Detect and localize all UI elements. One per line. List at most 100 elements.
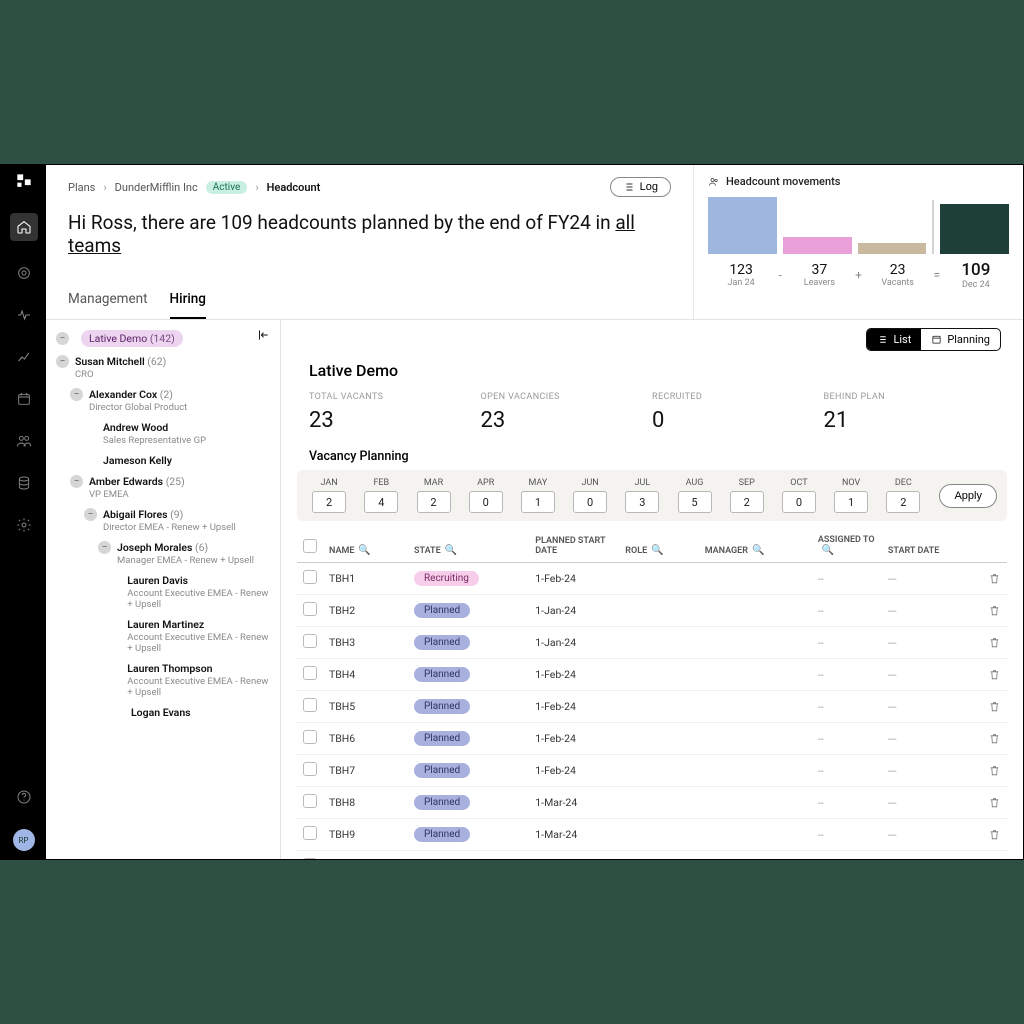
nav-chart-icon[interactable] [14, 347, 34, 367]
view-planning-button[interactable]: Planning [921, 329, 1000, 350]
search-icon[interactable]: 🔍 [445, 545, 457, 556]
trash-icon[interactable] [988, 796, 1001, 809]
tree-toggle[interactable]: − [56, 355, 69, 368]
tree-node[interactable]: Andrew WoodSales Representative GP [56, 421, 270, 446]
tree-toggle[interactable]: − [70, 388, 83, 401]
log-button[interactable]: Log [610, 177, 671, 197]
tree-node[interactable]: −Abigail Flores (9)Director EMEA - Renew… [56, 508, 270, 533]
month-input[interactable]: 2 [312, 491, 346, 513]
month-input[interactable]: 5 [678, 491, 712, 513]
table-row[interactable]: TBH8Planned1-Mar-24----- [297, 787, 1007, 819]
row-checkbox[interactable] [303, 794, 317, 808]
tree-toggle[interactable]: − [98, 541, 111, 554]
nav-calendar-icon[interactable] [14, 389, 34, 409]
row-checkbox[interactable] [303, 730, 317, 744]
row-checkbox[interactable] [303, 762, 317, 776]
month-input[interactable]: 2 [417, 491, 451, 513]
trash-icon[interactable] [988, 572, 1001, 585]
search-icon[interactable]: 🔍 [358, 545, 370, 556]
nav-people-icon[interactable] [14, 431, 34, 451]
row-checkbox[interactable] [303, 698, 317, 712]
col-name[interactable]: NAME🔍 [323, 527, 408, 563]
month-cell[interactable]: OCT0 [777, 478, 821, 513]
col-planned[interactable]: PLANNED START DATE [529, 527, 619, 563]
collapse-panel-icon[interactable] [256, 328, 270, 342]
nav-home-icon[interactable] [10, 213, 38, 241]
trash-icon[interactable] [988, 604, 1001, 617]
tree-node[interactable]: −Susan Mitchell (62)CRO [56, 355, 270, 380]
row-checkbox[interactable] [303, 570, 317, 584]
trash-icon[interactable] [988, 828, 1001, 841]
trash-icon[interactable] [988, 636, 1001, 649]
table-row[interactable]: TBH2Planned1-Jan-24----- [297, 595, 1007, 627]
month-input[interactable]: 2 [730, 491, 764, 513]
month-cell[interactable]: DEC2 [881, 478, 925, 513]
month-cell[interactable]: MAY1 [516, 478, 560, 513]
search-icon[interactable]: 🔍 [651, 545, 663, 556]
user-avatar[interactable]: RP [13, 829, 35, 851]
tree-node[interactable]: Logan Evans [56, 706, 270, 719]
month-cell[interactable]: JUL3 [620, 478, 664, 513]
row-checkbox[interactable] [303, 858, 317, 859]
row-checkbox[interactable] [303, 634, 317, 648]
table-row[interactable]: TBH5Planned1-Feb-24----- [297, 691, 1007, 723]
table-row[interactable]: TBH10Planned1-May-24----- [297, 851, 1007, 860]
col-assigned[interactable]: ASSIGNED TO🔍 [812, 527, 882, 563]
tab-hiring[interactable]: Hiring [170, 291, 206, 319]
view-list-button[interactable]: List [867, 329, 921, 350]
search-icon[interactable]: 🔍 [822, 545, 834, 556]
table-row[interactable]: TBH1Recruiting1-Feb-24----- [297, 563, 1007, 595]
nav-settings-icon[interactable] [14, 515, 34, 535]
nav-target-icon[interactable] [14, 263, 34, 283]
trash-icon[interactable] [988, 700, 1001, 713]
month-cell[interactable]: NOV1 [829, 478, 873, 513]
month-cell[interactable]: SEP2 [725, 478, 769, 513]
month-input[interactable]: 2 [886, 491, 920, 513]
breadcrumb-root[interactable]: Plans [68, 181, 95, 194]
month-input[interactable]: 0 [469, 491, 503, 513]
month-cell[interactable]: JAN2 [307, 478, 351, 513]
col-manager[interactable]: MANAGER🔍 [699, 527, 812, 563]
search-icon[interactable]: 🔍 [752, 545, 764, 556]
trash-icon[interactable] [988, 668, 1001, 681]
nav-help-icon[interactable] [14, 787, 34, 807]
tree-node[interactable]: −Amber Edwards (25)VP EMEA [56, 475, 270, 500]
trash-icon[interactable] [988, 764, 1001, 777]
month-input[interactable]: 4 [364, 491, 398, 513]
nav-database-icon[interactable] [14, 473, 34, 493]
table-row[interactable]: TBH9Planned1-Mar-24----- [297, 819, 1007, 851]
month-input[interactable]: 1 [521, 491, 555, 513]
table-row[interactable]: TBH7Planned1-Feb-24----- [297, 755, 1007, 787]
tree-toggle[interactable]: − [70, 475, 83, 488]
tree-node[interactable]: Lauren ThompsonAccount Executive EMEA - … [56, 662, 270, 698]
tab-management[interactable]: Management [68, 291, 148, 319]
month-cell[interactable]: FEB4 [359, 478, 403, 513]
tree-toggle[interactable]: − [84, 508, 97, 521]
month-input[interactable]: 1 [834, 491, 868, 513]
col-role[interactable]: ROLE🔍 [619, 527, 698, 563]
apply-button[interactable]: Apply [939, 484, 997, 508]
tree-root-chip[interactable]: Lative Demo (142) [81, 330, 183, 347]
month-cell[interactable]: APR0 [464, 478, 508, 513]
table-row[interactable]: TBH6Planned1-Feb-24----- [297, 723, 1007, 755]
row-checkbox[interactable] [303, 826, 317, 840]
month-input[interactable]: 0 [782, 491, 816, 513]
row-checkbox[interactable] [303, 666, 317, 680]
tree-node[interactable]: Lauren MartinezAccount Executive EMEA - … [56, 618, 270, 654]
tree-node[interactable]: −Joseph Morales (6)Manager EMEA - Renew … [56, 541, 270, 566]
select-all-checkbox[interactable] [303, 539, 317, 553]
month-input[interactable]: 0 [573, 491, 607, 513]
row-checkbox[interactable] [303, 602, 317, 616]
tree-toggle[interactable]: − [56, 332, 69, 345]
breadcrumb-plan[interactable]: DunderMifflin Inc [115, 181, 198, 194]
month-cell[interactable]: MAR2 [411, 478, 455, 513]
col-state[interactable]: STATE🔍 [408, 527, 529, 563]
tree-node[interactable]: Jameson Kelly [56, 454, 270, 467]
table-row[interactable]: TBH3Planned1-Jan-24----- [297, 627, 1007, 659]
table-row[interactable]: TBH4Planned1-Feb-24----- [297, 659, 1007, 691]
month-cell[interactable]: AUG5 [672, 478, 716, 513]
tree-node[interactable]: Lauren DavisAccount Executive EMEA - Ren… [56, 574, 270, 610]
nav-pulse-icon[interactable] [14, 305, 34, 325]
tree-node[interactable]: −Alexander Cox (2)Director Global Produc… [56, 388, 270, 413]
trash-icon[interactable] [988, 732, 1001, 745]
